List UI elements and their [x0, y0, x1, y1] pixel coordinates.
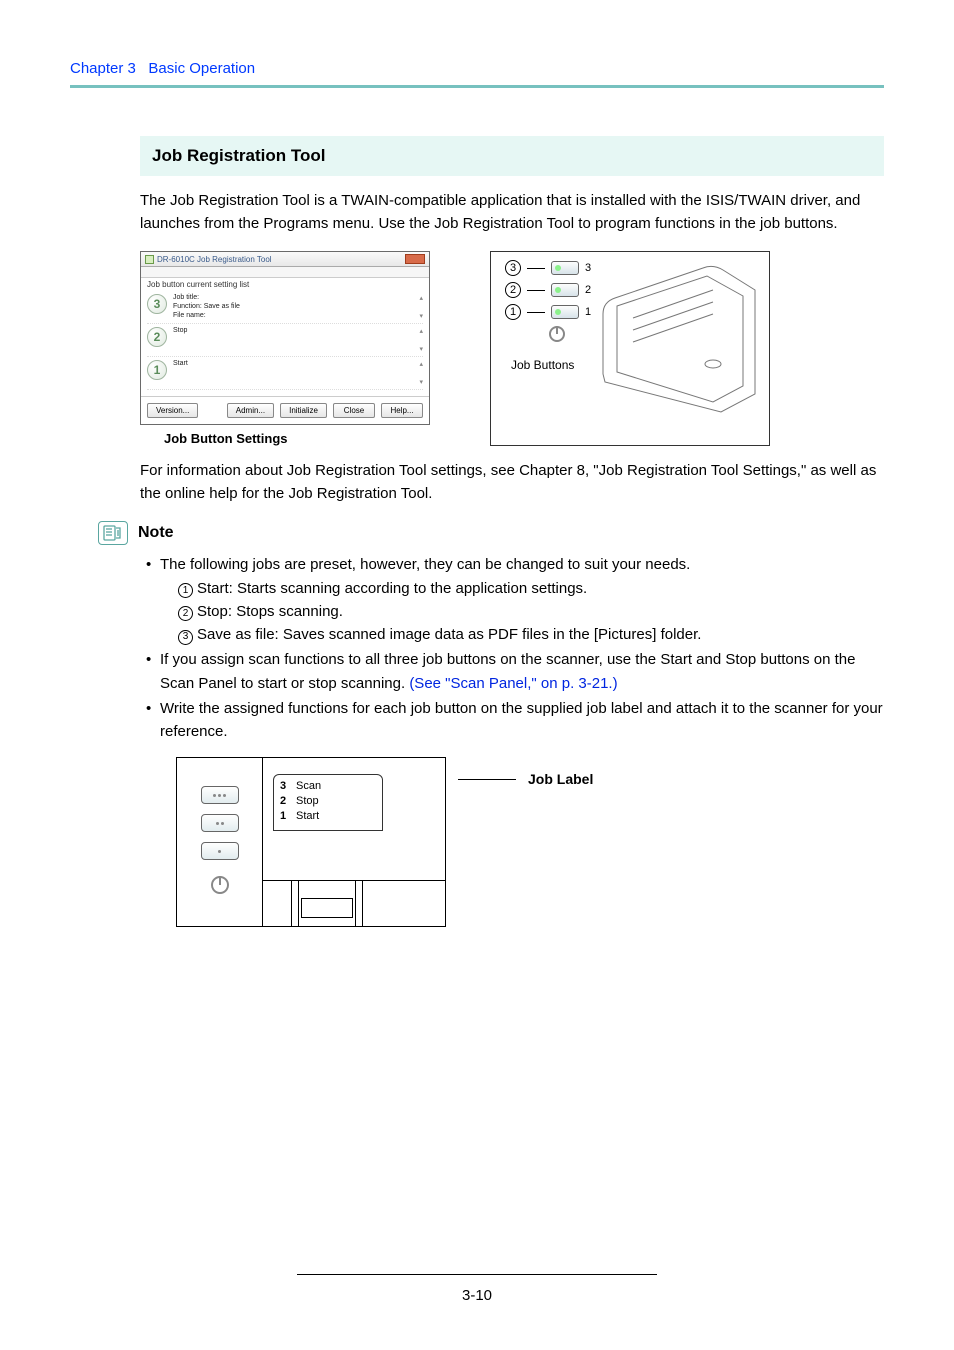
- jobtool-list-label: Job button current setting list: [147, 280, 423, 289]
- joblabel-callout: Job Label: [528, 771, 593, 787]
- callout-power: [549, 326, 591, 342]
- figures-row: DR-6010C Job Registration Tool Job butto…: [140, 251, 884, 446]
- move-up-icon[interactable]: ▴: [419, 294, 423, 302]
- note-text: Write the assigned functions for each jo…: [160, 700, 883, 740]
- initialize-button[interactable]: Initialize: [280, 403, 327, 418]
- callout-key-label: 1: [585, 306, 591, 318]
- job-buttons-label: Job Buttons: [511, 358, 574, 372]
- jobtool-window-title: DR-6010C Job Registration Tool: [157, 255, 272, 264]
- job-row[interactable]: 1 Start ▴ ▾: [147, 357, 423, 390]
- job-label-sticker: 3Scan 2Stop 1Start: [273, 774, 383, 831]
- figure-joblabel: 3Scan 2Stop 1Start Job Label: [176, 757, 884, 927]
- page-footer: 3-10: [70, 1260, 884, 1304]
- move-up-icon[interactable]: ▴: [419, 360, 423, 368]
- joblabel-right-panel: 3Scan 2Stop 1Start: [263, 758, 445, 926]
- move-up-icon[interactable]: ▴: [419, 327, 423, 335]
- close-icon[interactable]: [405, 254, 425, 264]
- figure-caption: Job Button Settings: [164, 431, 430, 446]
- callout-number: 2: [505, 282, 521, 298]
- joblabel-left-panel: [177, 758, 263, 926]
- crossref-paragraph: For information about Job Registration T…: [140, 460, 884, 505]
- help-button[interactable]: Help...: [381, 403, 423, 418]
- job-row[interactable]: 2 Stop ▴ ▾: [147, 324, 423, 357]
- header-rule: [70, 85, 884, 88]
- callout-number: 1: [505, 304, 521, 320]
- jobtool-button-row: Version... Admin... Initialize Close Hel…: [141, 396, 429, 424]
- note-item: Write the assigned functions for each jo…: [146, 697, 884, 744]
- job-number-icon: 3: [147, 294, 167, 314]
- job-title-label: Job title:: [173, 294, 413, 303]
- job-number-icon: 2: [147, 327, 167, 347]
- note-icon: [98, 521, 128, 545]
- close-button[interactable]: Close: [333, 403, 375, 418]
- page-header: Chapter 3 Basic Operation: [70, 60, 884, 77]
- chapter-title: Basic Operation: [148, 60, 255, 77]
- move-down-icon[interactable]: ▾: [419, 378, 423, 386]
- note-item: If you assign scan functions to all thre…: [146, 648, 884, 695]
- power-icon: [211, 876, 229, 894]
- page-number: 3-10: [462, 1287, 492, 1304]
- job-button-icon: [551, 261, 579, 275]
- callout-1: 1 1: [505, 304, 591, 320]
- job-button-icon: [201, 814, 239, 832]
- note-list: The following jobs are preset, however, …: [140, 553, 884, 743]
- callout-2: 2 2: [505, 282, 591, 298]
- callout-key-label: 3: [585, 262, 591, 274]
- job-title-label: Stop: [173, 327, 413, 336]
- move-down-icon[interactable]: ▾: [419, 312, 423, 320]
- job-function-label: Function: Save as file: [173, 303, 413, 312]
- note-title: Note: [138, 524, 174, 542]
- jobtool-titlebar: DR-6010C Job Registration Tool: [141, 252, 429, 267]
- job-title-label: Start: [173, 360, 413, 369]
- chapter-number: Chapter 3: [70, 60, 136, 77]
- figure-scanner: 3 3 2 2 1: [490, 251, 770, 446]
- app-icon: [145, 255, 154, 264]
- job-button-icon: [201, 842, 239, 860]
- note-sub-item: 1Start: Starts scanning according to the…: [178, 577, 884, 600]
- note-item: The following jobs are preset, however, …: [146, 553, 884, 646]
- job-button-icon: [551, 283, 579, 297]
- jobtool-window: DR-6010C Job Registration Tool Job butto…: [140, 251, 430, 425]
- move-down-icon[interactable]: ▾: [419, 345, 423, 353]
- scanner-outline-icon: [593, 254, 763, 414]
- intro-paragraph: The Job Registration Tool is a TWAIN-com…: [140, 190, 884, 235]
- job-filename-label: File name:: [173, 312, 413, 321]
- version-button[interactable]: Version...: [147, 403, 198, 418]
- callout-3: 3 3: [505, 260, 591, 276]
- figure-jobtool: DR-6010C Job Registration Tool Job butto…: [140, 251, 430, 446]
- job-button-icon: [201, 786, 239, 804]
- callout-line: [458, 779, 516, 780]
- jobtool-toolbar: [141, 267, 429, 278]
- admin-button[interactable]: Admin...: [227, 403, 274, 418]
- job-row[interactable]: 3 Job title: Function: Save as file File…: [147, 291, 423, 324]
- note-sub-item: 3Save as file: Saves scanned image data …: [178, 623, 884, 646]
- crossref-link[interactable]: (See "Scan Panel," on p. 3-21.): [409, 675, 617, 692]
- callout-number: 3: [505, 260, 521, 276]
- job-button-icon: [551, 305, 579, 319]
- section-title: Job Registration Tool: [140, 136, 884, 176]
- note-text: The following jobs are preset, however, …: [160, 556, 690, 573]
- note-sub-item: 2Stop: Stops scanning.: [178, 600, 884, 623]
- callout-key-label: 2: [585, 284, 591, 296]
- job-number-icon: 1: [147, 360, 167, 380]
- scanner-platen-icon: [263, 880, 445, 926]
